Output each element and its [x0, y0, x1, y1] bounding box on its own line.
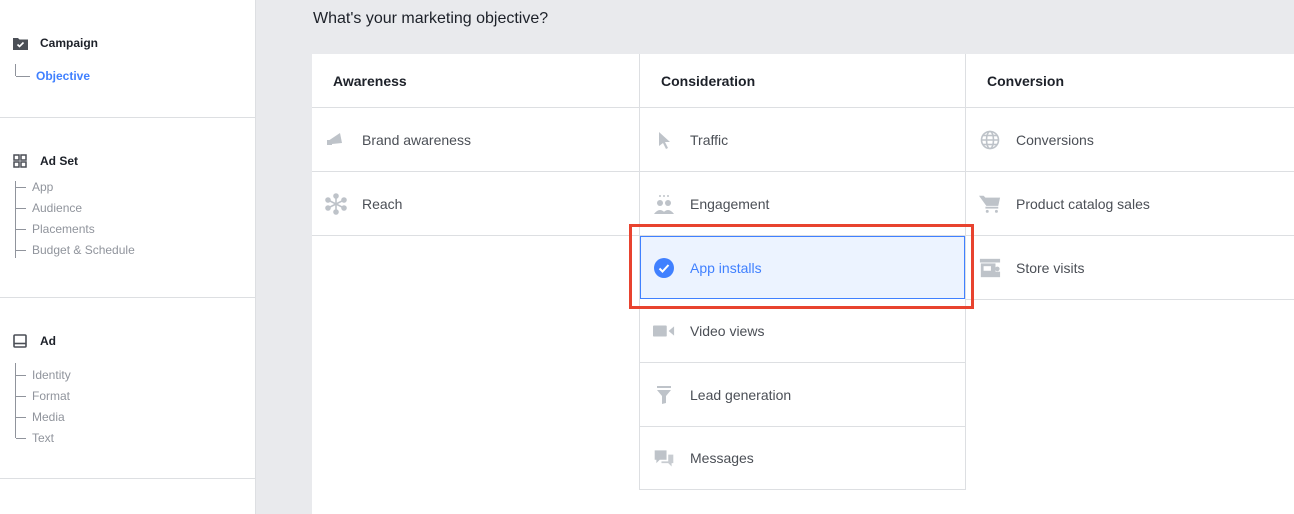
- sidebar-item-budget-schedule[interactable]: Budget & Schedule: [16, 243, 135, 257]
- sidebar-heading-ad[interactable]: Ad: [12, 333, 56, 349]
- column-header-consideration: Consideration: [640, 54, 965, 108]
- option-app-installs[interactable]: App installs: [640, 236, 965, 299]
- people-icon: [653, 193, 675, 215]
- sidebar-heading-adset[interactable]: Ad Set: [12, 153, 78, 169]
- reach-icon: [325, 192, 347, 215]
- option-brand-awareness[interactable]: Brand awareness: [312, 108, 639, 172]
- video-camera-icon: [653, 320, 675, 342]
- sidebar-item-app[interactable]: App: [16, 180, 53, 194]
- option-label: Reach: [362, 195, 403, 212]
- monitor-icon: [12, 333, 28, 349]
- option-label: Messages: [690, 450, 754, 466]
- option-label: Brand awareness: [362, 131, 471, 148]
- sidebar-item-media[interactable]: Media: [16, 410, 65, 424]
- sidebar-heading-label: Ad Set: [40, 154, 79, 168]
- page-title: What's your marketing objective?: [313, 10, 549, 27]
- tree-line: Objective: [15, 64, 90, 83]
- sidebar-item-objective[interactable]: Objective: [16, 69, 90, 83]
- cursor-icon: [653, 129, 675, 151]
- sidebar: Campaign Objective Ad Set App Audience P…: [0, 0, 256, 514]
- check-circle-icon: [653, 257, 675, 279]
- funnel-icon: [653, 384, 675, 406]
- option-label: Store visits: [1016, 259, 1085, 276]
- option-label: Product catalog sales: [1016, 195, 1150, 212]
- sidebar-section-ad: Ad Identity Format Media Text: [0, 298, 255, 479]
- option-product-catalog-sales[interactable]: Product catalog sales: [966, 172, 1294, 236]
- column-header-awareness: Awareness: [312, 54, 639, 108]
- option-label: Lead generation: [690, 386, 792, 403]
- chat-bubbles-icon: [653, 447, 675, 469]
- grid-icon: [12, 153, 28, 169]
- sidebar-heading-label: Ad: [40, 334, 56, 348]
- sidebar-item-audience[interactable]: Audience: [16, 201, 82, 215]
- sidebar-heading-label: Campaign: [40, 36, 99, 50]
- option-label: App installs: [690, 259, 762, 276]
- sidebar-item-format[interactable]: Format: [16, 389, 70, 403]
- store-icon: [979, 257, 1001, 279]
- tree-line: App Audience Placements Budget & Schedul…: [15, 180, 135, 258]
- option-label: Video views: [690, 322, 765, 339]
- megaphone-icon: [325, 129, 347, 151]
- tree-line: Identity Format Media Text: [15, 363, 71, 445]
- cart-icon: [979, 193, 1001, 215]
- option-store-visits[interactable]: Store visits: [966, 236, 1294, 300]
- option-engagement[interactable]: Engagement: [640, 172, 965, 236]
- sidebar-item-placements[interactable]: Placements: [16, 222, 95, 236]
- sidebar-section-campaign: Campaign Objective: [0, 0, 255, 118]
- option-messages[interactable]: Messages: [640, 427, 965, 490]
- option-video-views[interactable]: Video views: [640, 299, 965, 363]
- option-lead-generation[interactable]: Lead generation: [640, 363, 965, 427]
- sidebar-item-identity[interactable]: Identity: [16, 368, 71, 382]
- option-conversions[interactable]: Conversions: [966, 108, 1294, 172]
- option-label: Engagement: [690, 195, 770, 212]
- sidebar-section-adset: Ad Set App Audience Placements Budget & …: [0, 118, 255, 298]
- sidebar-heading-campaign[interactable]: Campaign: [12, 35, 98, 51]
- option-label: Traffic: [690, 131, 729, 148]
- sidebar-item-text[interactable]: Text: [16, 431, 54, 445]
- column-header-conversion: Conversion: [966, 54, 1294, 108]
- globe-icon: [979, 129, 1001, 151]
- option-traffic[interactable]: Traffic: [640, 108, 965, 172]
- option-reach[interactable]: Reach: [312, 172, 639, 236]
- folder-check-icon: [12, 35, 28, 51]
- option-label: Conversions: [1016, 131, 1094, 148]
